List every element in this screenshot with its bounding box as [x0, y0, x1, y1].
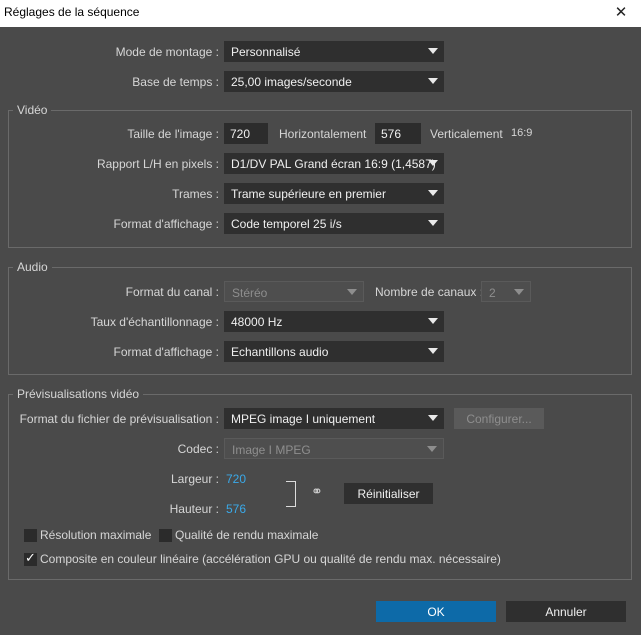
frame-height-input[interactable]: 576	[375, 123, 421, 144]
preview-file-format-value: MPEG image I uniquement	[231, 412, 376, 426]
chevron-down-icon	[347, 289, 357, 295]
max-render-quality-checkbox[interactable]	[159, 529, 172, 542]
audio-display-format-select[interactable]: Echantillons audio	[224, 341, 444, 362]
horizontal-label: Horizontalement	[279, 127, 367, 141]
sample-rate-select[interactable]: 48000 Hz	[224, 311, 444, 332]
link-bracket	[286, 481, 296, 507]
chevron-down-icon	[427, 446, 437, 452]
editing-mode-select[interactable]: Personnalisé	[224, 41, 444, 62]
num-channels-label: Nombre de canaux :	[375, 285, 484, 299]
preview-height-label: Hauteur :	[169, 502, 219, 516]
video-group-title: Vidéo	[13, 103, 52, 117]
linear-color-label: Composite en couleur linéaire (accélérat…	[40, 552, 501, 566]
num-channels-select: 2	[481, 281, 531, 302]
sample-rate-label: Taux d'échantillonnage :	[90, 315, 219, 329]
chevron-down-icon	[428, 220, 438, 226]
pixel-aspect-value: D1/DV PAL Grand écran 16:9 (1,4587)	[231, 157, 436, 171]
max-render-quality-label: Qualité de rendu maximale	[175, 528, 319, 542]
preview-file-format-label: Format du fichier de prévisualisation :	[19, 412, 219, 426]
video-display-format-label: Format d'affichage :	[113, 217, 219, 231]
channel-format-select: Stéréo	[224, 281, 364, 302]
max-resolution-checkbox[interactable]	[24, 529, 37, 542]
aspect-ratio-text: 16:9	[511, 127, 533, 139]
fields-select[interactable]: Trame supérieure en premier	[224, 183, 444, 204]
preview-height-value[interactable]: 576	[226, 502, 246, 516]
timebase-label: Base de temps :	[132, 75, 219, 89]
chevron-down-icon	[514, 289, 524, 295]
title-bar: Réglages de la séquence ✕	[0, 0, 641, 27]
chevron-down-icon	[428, 160, 438, 166]
chevron-down-icon	[428, 348, 438, 354]
editing-mode-label: Mode de montage :	[115, 45, 219, 59]
frame-size-label: Taille de l'image :	[127, 127, 219, 141]
fields-label: Trames :	[172, 187, 219, 201]
chevron-down-icon	[428, 190, 438, 196]
frame-width-input[interactable]: 720	[224, 123, 268, 144]
timebase-value: 25,00 images/seconde	[231, 75, 352, 89]
ok-button[interactable]: OK	[376, 601, 496, 622]
codec-select: Image I MPEG	[224, 438, 444, 459]
video-display-format-value: Code temporel 25 i/s	[231, 217, 342, 231]
audio-display-format-value: Echantillons audio	[231, 345, 329, 359]
video-display-format-select[interactable]: Code temporel 25 i/s	[224, 213, 444, 234]
fields-value: Trame supérieure en premier	[231, 187, 386, 201]
channel-format-label: Format du canal :	[125, 285, 219, 299]
num-channels-value: 2	[489, 286, 496, 300]
sample-rate-value: 48000 Hz	[231, 315, 283, 329]
codec-label: Codec :	[177, 442, 219, 456]
pixel-aspect-select[interactable]: D1/DV PAL Grand écran 16:9 (1,4587)	[224, 153, 444, 174]
audio-group-title: Audio	[13, 260, 52, 274]
channel-format-value: Stéréo	[232, 286, 268, 300]
window-title: Réglages de la séquence	[4, 5, 140, 19]
editing-mode-value: Personnalisé	[231, 45, 301, 59]
preview-width-value[interactable]: 720	[226, 472, 246, 486]
max-resolution-label: Résolution maximale	[40, 528, 152, 542]
chain-link-icon[interactable]: ⚭	[311, 483, 323, 500]
cancel-button[interactable]: Annuler	[506, 601, 626, 622]
reset-button[interactable]: Réinitialiser	[344, 483, 433, 504]
chevron-down-icon	[428, 318, 438, 324]
chevron-down-icon	[428, 415, 438, 421]
chevron-down-icon	[428, 78, 438, 84]
pixel-aspect-label: Rapport L/H en pixels :	[96, 157, 219, 171]
preview-file-format-select[interactable]: MPEG image I uniquement	[224, 408, 444, 429]
close-icon[interactable]: ✕	[613, 3, 629, 21]
preview-width-label: Largeur :	[170, 472, 219, 486]
linear-color-checkbox[interactable]	[24, 550, 37, 566]
timebase-select[interactable]: 25,00 images/seconde	[224, 71, 444, 92]
codec-value: Image I MPEG	[232, 443, 311, 457]
vertical-label: Verticalement	[430, 127, 503, 141]
configure-button: Configurer...	[454, 408, 544, 429]
chevron-down-icon	[428, 48, 438, 54]
preview-group-title: Prévisualisations vidéo	[13, 387, 144, 401]
audio-display-format-label: Format d'affichage :	[113, 345, 219, 359]
